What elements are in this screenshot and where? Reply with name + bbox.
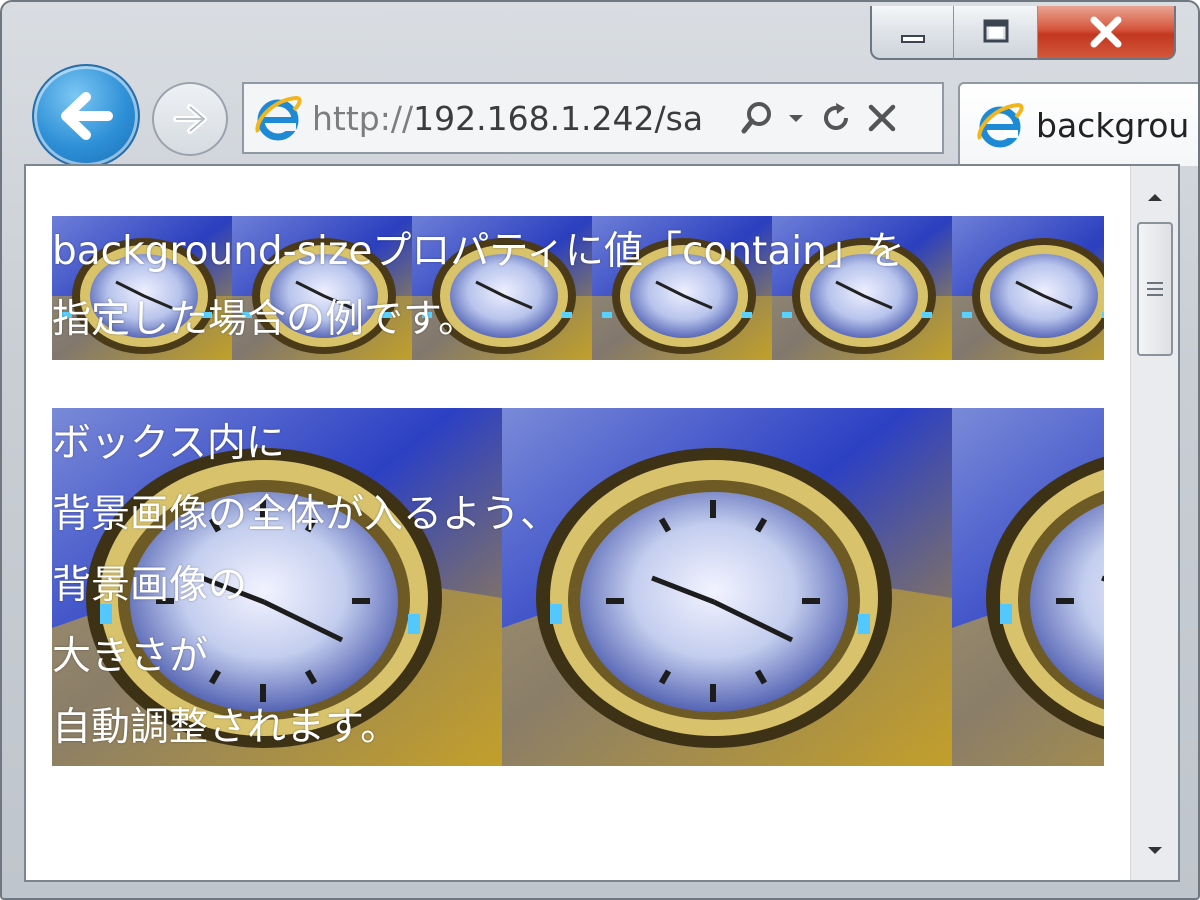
url-host-path: 192.168.1.242/sa [413, 98, 704, 138]
maximize-icon [983, 19, 1008, 43]
title-bar [2, 2, 1198, 62]
search-button[interactable] [736, 90, 780, 146]
scroll-up-icon [1148, 194, 1162, 201]
box2-line-3: 背景画像の [52, 563, 248, 608]
forward-arrow-icon [173, 104, 207, 134]
maximize-button[interactable] [954, 6, 1038, 60]
back-arrow-icon [61, 92, 113, 140]
browser-window: http://192.168.1.242/sa backgrou backgro… [0, 0, 1200, 900]
scroll-up-button[interactable] [1131, 172, 1178, 222]
box1-text: background-sizeプロパティに値「contain」を 指定した場合の… [52, 216, 1104, 354]
scroll-down-button[interactable] [1131, 826, 1178, 876]
close-button[interactable] [1038, 6, 1176, 60]
close-icon [1090, 16, 1122, 48]
address-bar[interactable]: http://192.168.1.242/sa [242, 82, 944, 154]
ie-icon [255, 95, 302, 141]
page-viewport: background-sizeプロパティに値「contain」を 指定した場合の… [24, 164, 1180, 882]
minimize-icon [900, 35, 925, 43]
box2-text: ボックス内に 背景画像の全体が入るよう、 背景画像の 大きさが 自動調整されます… [52, 408, 1104, 763]
box1-line-2: 指定した場合の例です。 [52, 297, 478, 342]
tab-active[interactable]: backgrou [958, 82, 1198, 166]
tab-label: backgrou [1036, 105, 1190, 145]
grip-icon [1147, 282, 1163, 296]
box2-line-2: 背景画像の全体が入るよう、 [52, 492, 560, 537]
address-bar-icons [736, 90, 904, 146]
box2-line-4: 大きさが [52, 634, 209, 679]
refresh-icon [824, 103, 848, 130]
stop-button[interactable] [860, 90, 904, 146]
search-icon [741, 102, 771, 134]
url-scheme: http:// [312, 98, 414, 138]
scroll-down-icon [1148, 847, 1162, 854]
contain-example-box-small: background-sizeプロパティに値「contain」を 指定した場合の… [52, 216, 1104, 360]
box2-line-1: ボックス内に [52, 421, 285, 466]
dropdown-icon [789, 115, 803, 122]
page-content: background-sizeプロパティに値「contain」を 指定した場合の… [26, 166, 1130, 880]
minimize-button[interactable] [870, 6, 954, 60]
forward-button[interactable] [152, 82, 228, 156]
vertical-scrollbar[interactable] [1130, 166, 1178, 880]
refresh-button[interactable] [812, 90, 860, 146]
address-dropdown-button[interactable] [780, 90, 812, 146]
box2-line-5: 自動調整されます。 [52, 705, 400, 750]
scrollbar-thumb[interactable] [1137, 222, 1173, 356]
tab-ie-icon [977, 102, 1024, 148]
back-button[interactable] [32, 64, 140, 168]
stop-icon [868, 104, 896, 132]
box1-line-1: background-sizeプロパティに値「contain」を [52, 229, 905, 274]
contain-example-box-large: ボックス内に 背景画像の全体が入るよう、 背景画像の 大きさが 自動調整されます… [52, 408, 1104, 766]
caption-buttons [870, 6, 1176, 60]
url-field[interactable]: http://192.168.1.242/sa [312, 99, 728, 138]
